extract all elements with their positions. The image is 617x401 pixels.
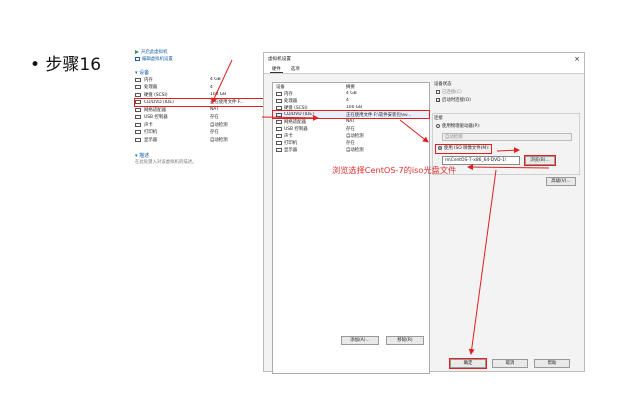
arrow-to-annotation	[467, 164, 550, 171]
arrow-to-browse	[496, 147, 520, 154]
arrow-to-edit	[211, 59, 233, 104]
arrow-to-ok	[468, 169, 497, 355]
annotation-arrows	[211, 59, 550, 355]
arrow-to-cd-row	[261, 114, 319, 121]
arrow-to-iso	[399, 119, 429, 143]
